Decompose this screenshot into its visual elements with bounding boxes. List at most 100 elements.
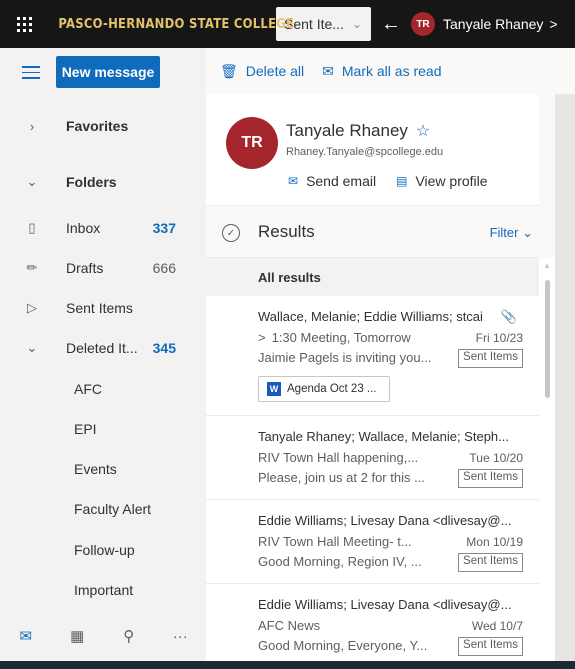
scrollbar-thumb[interactable]	[545, 280, 550, 398]
draft-count: 666	[152, 260, 176, 276]
new-message-button[interactable]: New message	[56, 56, 160, 88]
mail-icon[interactable]: ✉	[0, 627, 52, 645]
sidebar-item-label: Inbox	[66, 220, 101, 236]
unread-count: 345	[152, 340, 176, 356]
favorites-toggle[interactable]: › Favorites	[0, 106, 206, 146]
message-list-scrollbar[interactable]: ▲	[539, 258, 555, 669]
view-profile-label: View profile	[415, 173, 488, 189]
favorites-label: Favorites	[66, 118, 129, 134]
subfolder-label: EPI	[74, 421, 97, 437]
subfolder-label: Important	[74, 582, 134, 598]
people-icon[interactable]: ⚲	[103, 627, 155, 645]
envelope-icon: ✉	[288, 174, 299, 188]
folder-tag[interactable]: Sent Items	[458, 469, 523, 488]
module-switcher: ✉ ▦ ⚲ ···	[0, 612, 206, 660]
delete-all-button[interactable]: 🗑 Delete all	[220, 63, 304, 80]
send-email-button[interactable]: ✉ Send email	[288, 173, 376, 189]
message-date: Wed 10/7	[471, 619, 523, 633]
back-arrow-icon[interactable]: ←	[381, 13, 407, 36]
message-from: Eddie Williams; Livesay Dana <dlivesay@.…	[258, 513, 512, 528]
send-icon: ▷	[27, 300, 37, 315]
subfolder-label: Follow-up	[74, 542, 135, 558]
message-preview: Good Morning, Region IV, ...	[258, 554, 422, 569]
sidebar-item-drafts[interactable]: ✏ Drafts 666	[0, 248, 206, 288]
taskbar-edge	[0, 661, 575, 669]
word-doc-icon: W	[267, 382, 281, 396]
list-item[interactable]: Tanyale Rhaney; Wallace, Melanie; Steph.…	[206, 416, 539, 500]
avatar[interactable]: TR	[226, 117, 278, 169]
scroll-up-arrow-icon[interactable]: ▲	[543, 261, 551, 270]
results-title: Results	[258, 222, 315, 241]
reading-pane-edge	[555, 94, 575, 669]
subfolder-epi[interactable]: EPI	[0, 409, 206, 449]
message-from: Eddie Williams; Livesay Dana <dlivesay@.…	[258, 597, 512, 612]
message-subject: RIV Town Hall Meeting- t...	[258, 534, 412, 549]
filter-button[interactable]: Filter ⌄	[490, 225, 533, 241]
sidebar-item-label: Sent Items	[66, 300, 133, 316]
list-item[interactable]: Wallace, Melanie; Eddie Williams; stcai …	[206, 296, 539, 416]
attachment-icon: 📎	[500, 309, 517, 324]
subfolder-label: AFC	[74, 381, 102, 397]
chevron-right-icon[interactable]: >	[258, 330, 266, 345]
message-preview: Jaimie Pagels is inviting you...	[258, 350, 432, 365]
send-email-label: Send email	[306, 173, 377, 189]
trash-icon: 🗑	[220, 62, 238, 79]
message-date: Mon 10/19	[466, 535, 523, 549]
subfolder-afc[interactable]: AFC	[0, 369, 206, 409]
folder-tag[interactable]: Sent Items	[458, 553, 523, 572]
delete-all-label: Delete all	[245, 63, 305, 79]
message-from: Tanyale Rhaney; Wallace, Melanie; Steph.…	[258, 429, 509, 444]
chevron-down-icon: ⌄	[351, 17, 362, 31]
hamburger-menu-icon[interactable]	[22, 66, 40, 83]
command-bar: 🗑 Delete all ✉ Mark all as read	[206, 48, 575, 94]
chevron-down-icon: ⌄	[26, 174, 38, 189]
message-preview: Good Morning, Everyone, Y...	[258, 638, 428, 653]
sidebar-item-deleted[interactable]: ⌄ Deleted It... 345	[0, 328, 206, 368]
list-item[interactable]: Eddie Williams; Livesay Dana <dlivesay@.…	[206, 584, 539, 668]
message-subject: AFC News	[258, 618, 321, 633]
folders-label: Folders	[66, 174, 117, 190]
org-name[interactable]: PASCO-HERNANDO STATE COLLEGE	[48, 16, 294, 32]
message-from: Wallace, Melanie; Eddie Williams; stcai	[258, 309, 483, 324]
chevron-down-icon: ⌄	[522, 225, 533, 240]
subfolder-events[interactable]: Events	[0, 449, 206, 489]
folder-tag[interactable]: Sent Items	[458, 637, 523, 656]
contact-actions: ✉ Send email ▤ View profile	[288, 173, 508, 189]
chevron-right-icon[interactable]: >	[549, 16, 557, 32]
view-profile-button[interactable]: ▤ View profile	[396, 173, 487, 189]
contact-email: Rhaney.Tanyale@spcollege.edu	[286, 146, 444, 158]
sidebar-item-sent[interactable]: ▷ Sent Items	[0, 288, 206, 328]
mark-all-read-button[interactable]: ✉ Mark all as read	[322, 63, 441, 80]
mark-all-read-label: Mark all as read	[341, 63, 442, 79]
sidebar-item-inbox[interactable]: ▯ Inbox 337	[0, 208, 206, 248]
person-chip-avatar[interactable]: TR	[411, 12, 435, 36]
envelope-open-icon: ✉	[322, 62, 334, 79]
more-apps-icon[interactable]: ···	[155, 628, 207, 645]
folder-tag[interactable]: Sent Items	[458, 349, 523, 368]
person-chip-name[interactable]: Tanyale Rhaney	[443, 16, 543, 32]
subfolder-important[interactable]: Important	[0, 570, 206, 610]
subfolder-follow-up[interactable]: Follow-up	[0, 530, 206, 570]
subfolder-label: Events	[74, 461, 117, 477]
contact-card-icon: ▤	[396, 174, 408, 188]
attachment-chip[interactable]: W Agenda Oct 23 ...	[258, 376, 390, 402]
list-item[interactable]: Eddie Williams; Livesay Dana <dlivesay@.…	[206, 500, 539, 584]
app-launcher-icon[interactable]	[0, 0, 48, 48]
calendar-icon[interactable]: ▦	[52, 627, 104, 645]
sidebar-item-label: Drafts	[66, 260, 104, 276]
unread-count: 337	[152, 220, 176, 236]
message-subject-text: 1:30 Meeting, Tomorrow	[271, 330, 411, 345]
chevron-right-icon: ›	[29, 118, 35, 134]
all-results-header: All results	[206, 258, 539, 296]
contact-name-text: Tanyale Rhaney	[286, 121, 408, 140]
star-icon[interactable]: ☆	[416, 123, 430, 140]
filter-label: Filter	[489, 225, 519, 240]
select-all-checkbox[interactable]: ✓	[222, 224, 240, 242]
chevron-down-icon: ⌄	[26, 340, 38, 355]
message-subject: >1:30 Meeting, Tomorrow	[258, 330, 433, 345]
pencil-icon: ✏	[26, 260, 38, 275]
message-preview: Please, join us at 2 for this ...	[258, 470, 425, 485]
subfolder-label: Faculty Alert	[74, 501, 152, 517]
subfolder-faculty-alert[interactable]: Faculty Alert	[0, 489, 206, 529]
folders-toggle[interactable]: ⌄ Folders	[0, 162, 206, 202]
